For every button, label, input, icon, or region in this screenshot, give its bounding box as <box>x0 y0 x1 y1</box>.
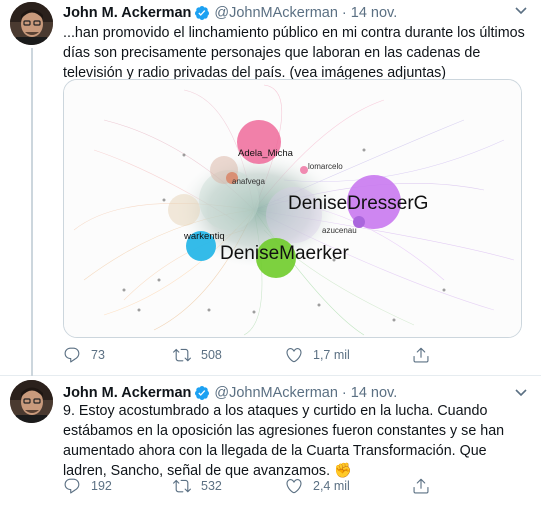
verified-badge-icon <box>194 385 210 401</box>
reply-count: 73 <box>91 348 105 362</box>
share-button[interactable] <box>412 477 432 495</box>
reply-icon <box>64 347 80 363</box>
avatar[interactable] <box>10 380 53 423</box>
node-label-maerker: DeniseMaerker <box>220 243 349 264</box>
avatar[interactable] <box>10 2 53 45</box>
retweet-icon <box>173 479 191 493</box>
heart-icon <box>286 479 302 494</box>
share-button[interactable] <box>412 346 432 364</box>
like-button[interactable]: 2,4 mil <box>285 477 412 495</box>
author-handle[interactable]: @JohnMAckerman <box>214 385 338 401</box>
node-label-azucena: azucenau <box>322 226 357 235</box>
node-label-warkentin: warkentiq <box>184 231 225 242</box>
share-icon <box>413 347 429 363</box>
retweet-button[interactable]: 508 <box>173 346 285 364</box>
tweet[interactable]: John M. Ackerman @JohnMAckerman · 14 nov… <box>0 376 541 512</box>
tweet-date[interactable]: 14 nov. <box>351 385 398 401</box>
heart-icon <box>286 348 302 363</box>
author-name[interactable]: John M. Ackerman <box>63 5 191 21</box>
node-label-adela: Adela_Micha <box>238 148 293 159</box>
tweet-actions: 73 508 1,7 mil <box>63 345 453 365</box>
tweet-header: John M. Ackerman @JohnMAckerman · 14 nov… <box>63 4 397 22</box>
like-button[interactable]: 1,7 mil <box>285 346 412 364</box>
share-icon <box>413 478 429 494</box>
reply-count: 192 <box>91 479 112 493</box>
tweet[interactable]: John M. Ackerman @JohnMAckerman · 14 nov… <box>0 0 541 376</box>
tweet-text: ...han promovido el linchamiento público… <box>63 25 525 81</box>
retweet-count: 508 <box>201 348 222 362</box>
separator-dot: · <box>341 5 347 21</box>
tweet-date[interactable]: 14 nov. <box>351 5 398 21</box>
retweet-icon <box>173 348 191 362</box>
node-label-lomarcelo: lomarcelo <box>308 162 343 171</box>
tweet-actions: 192 532 2,4 mil <box>63 476 453 496</box>
attached-image[interactable]: Adela_Micha anafvega lomarcelo DeniseDre… <box>63 79 522 338</box>
reply-button[interactable]: 192 <box>63 477 173 495</box>
reply-button[interactable]: 73 <box>63 346 173 364</box>
chevron-down-icon[interactable] <box>515 4 527 18</box>
like-count: 2,4 mil <box>313 479 350 493</box>
separator-dot: · <box>341 385 347 401</box>
tweet-header: John M. Ackerman @JohnMAckerman · 14 nov… <box>63 384 397 402</box>
tweet-text: 9. Estoy acostumbrado a los ataques y cu… <box>63 403 505 479</box>
like-count: 1,7 mil <box>313 348 350 362</box>
thread-connector <box>31 48 33 376</box>
verified-badge-icon <box>194 5 210 21</box>
retweet-count: 532 <box>201 479 222 493</box>
node-label-dresser: DeniseDresserG <box>288 193 429 214</box>
node-label-anafvega: anafvega <box>232 177 265 186</box>
author-name[interactable]: John M. Ackerman <box>63 385 191 401</box>
author-handle[interactable]: @JohnMAckerman <box>214 5 338 21</box>
chevron-down-icon[interactable] <box>515 386 527 400</box>
retweet-button[interactable]: 532 <box>173 477 285 495</box>
reply-icon <box>64 478 80 494</box>
